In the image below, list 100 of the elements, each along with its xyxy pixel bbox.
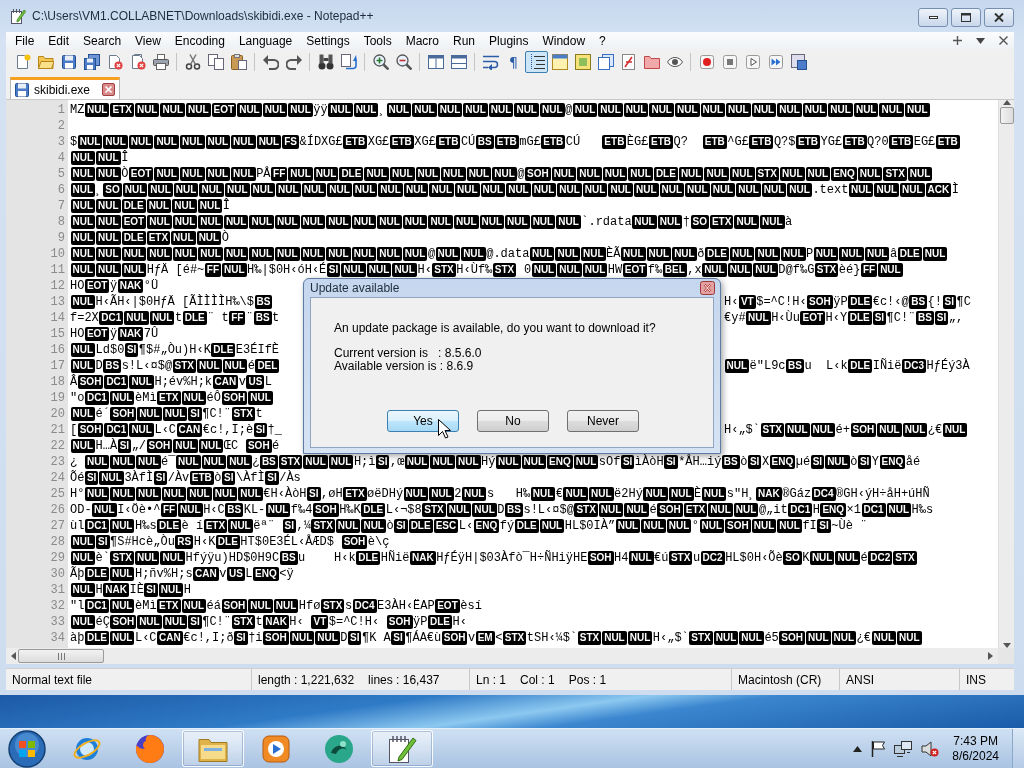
window-title: C:\Users\VM1.COLLABNET\Downloads\skibidi.exe - Notepad++ <box>32 9 374 23</box>
menu-item[interactable]: ? <box>592 33 613 48</box>
minimize-button[interactable] <box>918 7 948 27</box>
close-icon[interactable] <box>700 281 715 295</box>
menu-item[interactable]: View <box>128 33 168 48</box>
taskbar-button[interactable] <box>371 730 433 767</box>
control-character: NUL <box>179 167 205 181</box>
control-character: NUL <box>729 247 755 261</box>
control-character: NUL <box>109 519 135 533</box>
horizontal-scrollbar[interactable] <box>6 648 998 664</box>
eye-icon <box>666 54 683 70</box>
control-character: US <box>246 375 265 389</box>
dialog-button[interactable]: Yes <box>387 410 459 432</box>
code-text: HL$0H‹Õè <box>725 550 783 566</box>
menu-item[interactable]: File <box>8 33 42 48</box>
dialog-button[interactable]: No <box>477 410 549 432</box>
control-character: DC1 <box>104 375 129 389</box>
menu-item[interactable]: Tools <box>356 33 399 48</box>
control-character: NUL <box>84 487 110 501</box>
dropdown-arrow-icon[interactable] <box>976 37 985 44</box>
close-button[interactable] <box>984 7 1014 27</box>
control-character: ENQ <box>547 455 573 469</box>
toolbar-button[interactable] <box>525 51 548 73</box>
code-text: H‹C <box>203 502 225 518</box>
control-character: NUL <box>186 103 211 117</box>
taskbar-button[interactable] <box>182 730 244 767</box>
control-character: SI <box>747 455 762 469</box>
code-text: v <box>467 630 476 646</box>
network-icon[interactable] <box>894 740 913 757</box>
scroll-thumb[interactable] <box>999 107 1014 124</box>
menu-item[interactable]: Macro <box>398 33 446 48</box>
control-character: NAK <box>117 279 144 293</box>
control-character: NUL <box>134 103 160 117</box>
control-character: NUL <box>710 183 736 197</box>
control-character: NUL <box>759 215 785 229</box>
control-character: NUL <box>678 167 704 181</box>
control-character: NUL <box>134 551 160 565</box>
vertical-scrollbar[interactable] <box>998 100 1014 648</box>
control-character: NUL <box>198 439 224 453</box>
control-character: DLE <box>848 295 873 309</box>
new-file-icon <box>14 54 31 70</box>
control-character: SOH <box>441 631 468 645</box>
up-arrow-icon[interactable] <box>853 745 863 752</box>
control-character: NUL <box>428 215 453 229</box>
menu-item[interactable]: Window <box>535 33 593 48</box>
code-text: åé <box>905 454 921 470</box>
control-character: NUL <box>539 103 565 117</box>
code-text: ÈG£ <box>626 134 649 150</box>
code-text: ¿ <box>70 454 79 470</box>
menu-item[interactable]: Language <box>231 33 300 48</box>
control-character: ENQ <box>879 455 906 469</box>
control-character: NUL <box>377 247 402 261</box>
control-character: NUL <box>734 215 759 229</box>
file-tab[interactable]: skibidi.exe <box>10 77 121 99</box>
maximize-button[interactable] <box>951 7 981 27</box>
control-character: NUL <box>429 183 455 197</box>
up-arrow-icon[interactable] <box>1002 100 1011 105</box>
menu-item[interactable]: Run <box>446 33 483 48</box>
close-icon[interactable] <box>102 83 116 96</box>
code-text: L <box>245 566 253 582</box>
control-character: STX <box>231 615 255 629</box>
dialog-button[interactable]: Never <box>567 410 639 432</box>
control-character: NUL <box>249 247 274 261</box>
status-text: Col : 1 <box>520 672 555 687</box>
control-character: ETB <box>889 135 914 149</box>
code-text: é5 <box>764 630 779 646</box>
code-text: s H‰ <box>487 486 531 502</box>
control-character: ETB <box>343 135 368 149</box>
muted-speaker-icon[interactable] <box>921 740 940 757</box>
menu-item[interactable]: Settings <box>299 33 357 48</box>
toolbar-button[interactable]: ¶ <box>502 51 525 73</box>
code-text: H;ñv%H;s <box>134 566 193 582</box>
control-character: CAN <box>157 631 183 645</box>
start-orb-icon[interactable] <box>8 729 46 768</box>
control-character: ETB <box>189 471 214 485</box>
control-character: ETB <box>648 135 673 149</box>
control-character: NUL <box>629 551 654 565</box>
left-arrow-icon[interactable] <box>11 652 16 660</box>
control-character: NUL <box>361 519 386 533</box>
plus-icon[interactable] <box>953 36 962 45</box>
menu-item[interactable]: Encoding <box>167 33 232 48</box>
line-number: 28 <box>49 534 66 550</box>
code-text: ìÀòH <box>634 454 664 470</box>
menu-item[interactable]: Edit <box>41 33 77 48</box>
down-arrow-icon[interactable] <box>1002 643 1011 648</box>
code-text: fý <box>499 518 515 534</box>
line-number: 11 <box>49 262 66 278</box>
code-text: E3ÉIfÈ <box>235 342 280 358</box>
code-text: ¶C!¨ <box>886 310 916 326</box>
control-character: NUL <box>197 199 223 213</box>
right-arrow-icon[interactable] <box>988 652 993 660</box>
scroll-thumb[interactable] <box>18 649 104 663</box>
menu-item[interactable]: Plugins <box>482 33 536 48</box>
control-character: STX <box>422 503 446 517</box>
menu-item[interactable]: Search <box>76 33 129 48</box>
clock[interactable]: 7:43 PM 8/6/2024 <box>948 733 1003 764</box>
control-character: NUL <box>404 455 430 469</box>
flag-icon[interactable] <box>871 740 886 757</box>
code-text: f‰ <box>647 262 663 278</box>
close-icon[interactable] <box>999 36 1008 45</box>
